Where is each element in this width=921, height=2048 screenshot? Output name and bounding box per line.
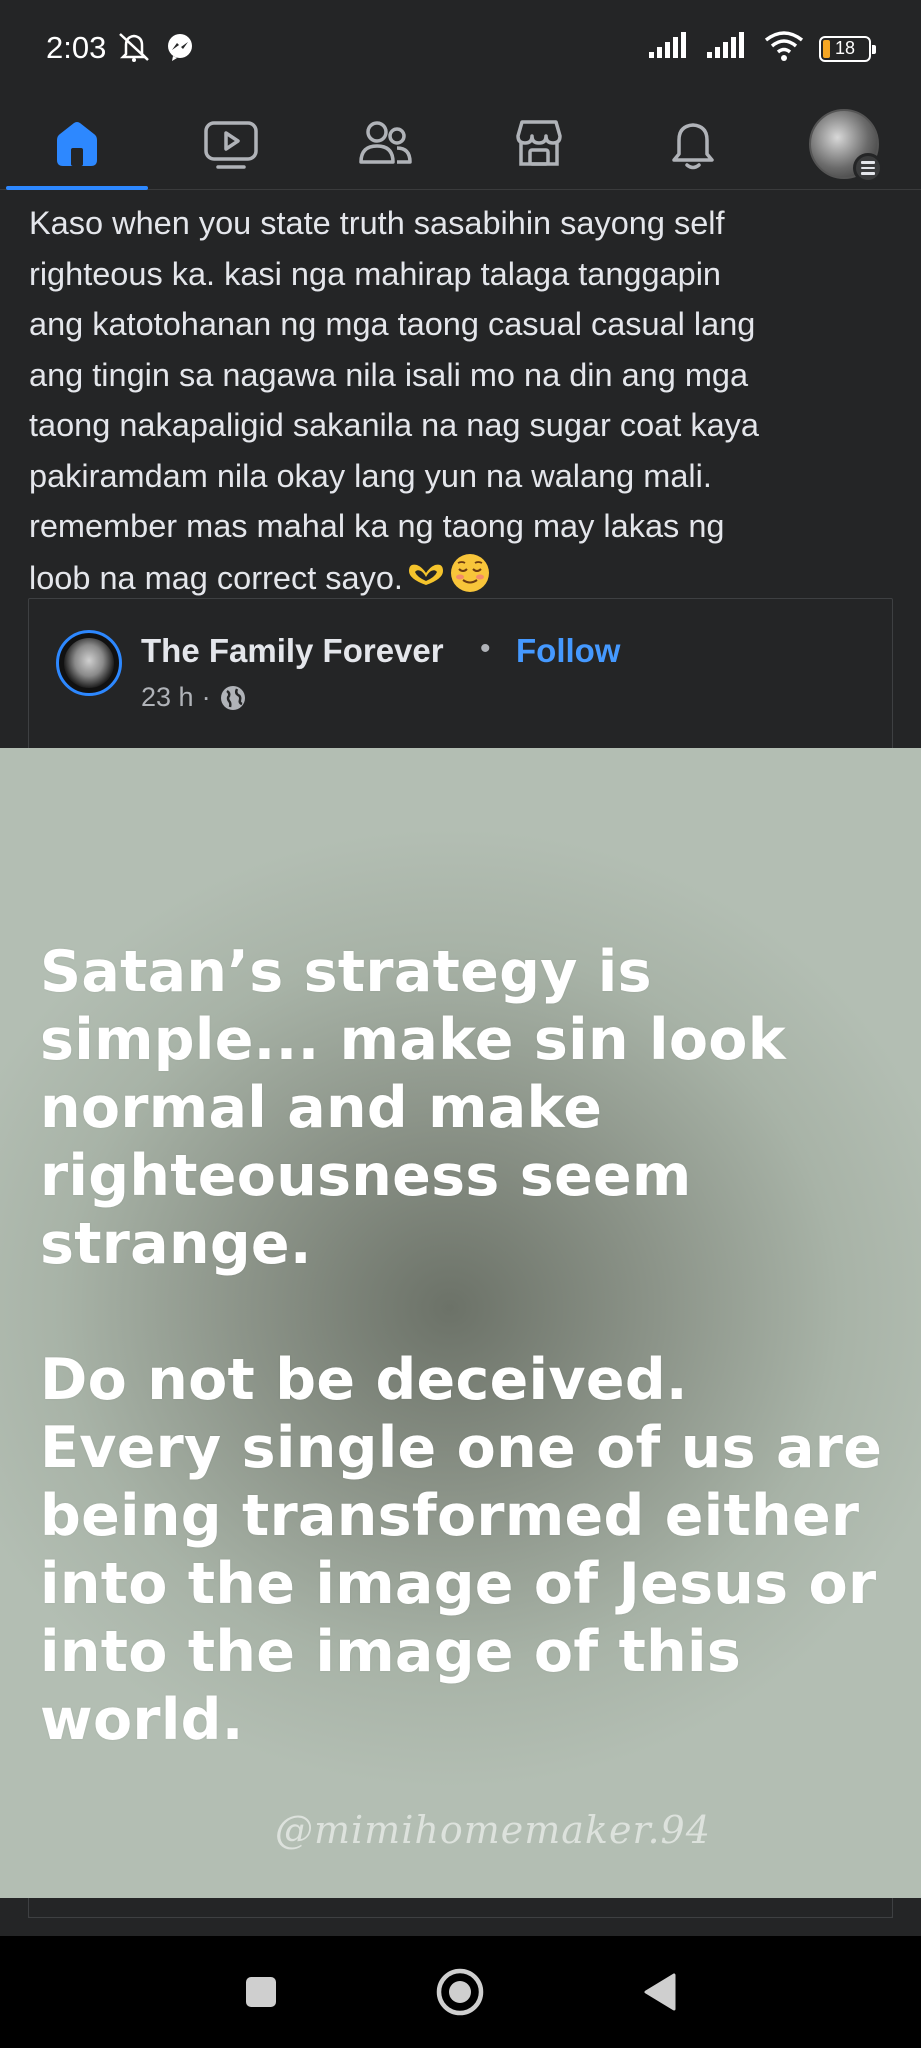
meta-separator: · — [201, 682, 211, 712]
tab-marketplace[interactable] — [462, 98, 616, 190]
profile-avatar — [809, 109, 883, 183]
video-icon — [204, 121, 258, 169]
recents-button[interactable] — [233, 1964, 289, 2020]
status-time: 2:03 — [46, 30, 107, 65]
post-text-line: remember mas mahal ka ng taong may lakas… — [29, 508, 725, 544]
globe-icon — [220, 685, 245, 710]
page-avatar[interactable] — [56, 630, 122, 696]
circle-icon — [436, 1968, 484, 2016]
post-image[interactable]: Satan’s strategy is simple... make sin l… — [0, 748, 921, 1898]
status-icons-right: 18 — [647, 30, 876, 67]
system-navigation-bar — [0, 1936, 921, 2048]
back-triangle-icon — [644, 1973, 676, 2011]
quote-line: simple... make sin look — [40, 1007, 786, 1073]
shared-post-card-bottom — [28, 1898, 893, 1918]
quote-line: into the image of this — [40, 1619, 742, 1685]
status-icons-left — [114, 30, 196, 69]
top-navigation — [0, 98, 921, 190]
quote-line: strange. — [40, 1211, 312, 1277]
post-meta: 23 h · — [141, 682, 247, 713]
page-name[interactable]: The Family Forever — [141, 632, 444, 670]
shared-post-header: The Family Forever • Follow 23 h · — [28, 598, 893, 748]
post-text-line: loob na mag correct sayo. — [29, 559, 403, 596]
quote-line: normal and make — [40, 1075, 603, 1141]
post-text-line: Kaso when you state truth sasabihin sayo… — [29, 205, 725, 241]
post-text: Kaso when you state truth sasabihin sayo… — [29, 198, 891, 608]
quote-line: righteousness seem — [40, 1143, 692, 1209]
messenger-icon — [164, 31, 196, 68]
quote-line: world. — [40, 1687, 244, 1753]
post-text-line: ang tingin sa nagawa nila isali mo na di… — [29, 356, 749, 393]
quote-line: into the image of Jesus or — [40, 1551, 877, 1617]
quote-line: Satan’s strategy is — [40, 939, 652, 1005]
post-text-line: righteous ka. kasi nga mahirap talaga ta… — [29, 255, 721, 292]
wifi-icon — [763, 30, 805, 67]
back-button[interactable] — [632, 1964, 688, 2020]
square-icon — [246, 1977, 276, 2007]
home-button[interactable] — [432, 1964, 488, 2020]
post-time: 23 h — [141, 682, 194, 712]
tab-friends[interactable] — [308, 98, 462, 190]
tab-home[interactable] — [0, 98, 154, 190]
quote-line: Do not be deceived. — [40, 1347, 688, 1413]
home-icon — [57, 122, 97, 166]
quote-line: being transformed either — [40, 1483, 860, 1549]
tab-video[interactable] — [154, 98, 308, 190]
quote-line: Every single one of us are — [40, 1415, 883, 1481]
battery-icon: 18 — [819, 35, 876, 62]
quote-paragraph-2: Do not be deceived. Every single one of … — [40, 1346, 882, 1754]
post-text-line: taong nakapaligid sakanila na nag sugar … — [29, 407, 759, 443]
post-text-line: pakiramdam nila okay lang yun na walang … — [29, 457, 712, 494]
signal-icon — [705, 32, 749, 65]
post-text-line: ang katotohanan ng mga taong casual casu… — [29, 306, 756, 342]
status-bar: 2:03 18 — [0, 0, 921, 98]
quote-paragraph-1: Satan’s strategy is simple... make sin l… — [40, 938, 786, 1278]
friends-icon — [359, 121, 412, 164]
battery-level: 18 — [834, 38, 856, 58]
marketplace-icon — [516, 120, 562, 166]
tab-menu[interactable] — [767, 98, 921, 190]
follow-button[interactable]: Follow — [516, 632, 620, 670]
signal-icon — [647, 32, 691, 65]
image-watermark: @mimihomemaker.94 — [275, 1808, 711, 1852]
bell-icon — [672, 123, 714, 170]
menu-icon — [853, 153, 883, 183]
tab-notifications[interactable] — [616, 98, 770, 190]
alarm-off-icon — [114, 30, 154, 69]
separator-dot: • — [480, 632, 491, 665]
